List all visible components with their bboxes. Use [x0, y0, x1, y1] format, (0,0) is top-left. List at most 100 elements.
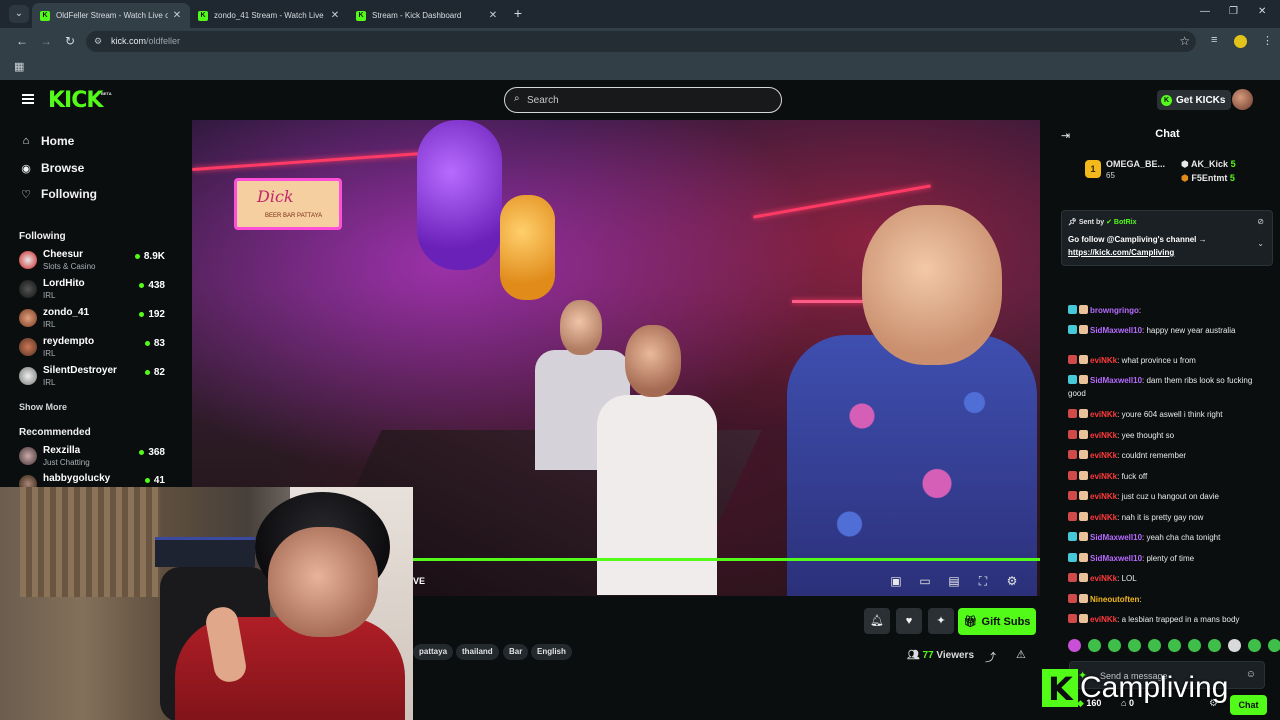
pip-icon[interactable]: ▣: [888, 574, 904, 588]
chat-username[interactable]: eviNKk: [1090, 513, 1117, 522]
search-box[interactable]: ⌕: [504, 87, 782, 113]
nav-home[interactable]: ⌂ Home: [19, 132, 75, 150]
emote-icon[interactable]: [1088, 639, 1101, 652]
leader-name[interactable]: OMEGA_BE...: [1106, 159, 1165, 169]
nav-browse[interactable]: ◉ Browse: [19, 159, 84, 177]
chat-send-button[interactable]: Chat: [1230, 695, 1267, 715]
chat-username[interactable]: SidMaxwell10: [1090, 533, 1142, 542]
following-channel-zondo[interactable]: zondo_41 IRL 192: [19, 306, 167, 332]
chat-text: yeah cha cha tonight: [1146, 533, 1221, 542]
chat-username[interactable]: eviNKk: [1090, 472, 1117, 481]
emote-icon[interactable]: [1208, 639, 1221, 652]
show-more-button[interactable]: Show More: [19, 402, 67, 412]
gift-subs-button[interactable]: 🎁︎ Gift Subs: [958, 608, 1036, 635]
report-warning-icon[interactable]: ⚠: [1016, 648, 1026, 661]
search-input[interactable]: [527, 93, 767, 107]
chat-username[interactable]: eviNKk: [1090, 574, 1117, 583]
kick-logo-icon: [1042, 669, 1078, 708]
user-badge-icon: [1068, 491, 1077, 500]
share-icon[interactable]: ⤴: [985, 649, 996, 665]
emote-icon[interactable]: [1068, 639, 1081, 652]
emote-icon[interactable]: [1108, 639, 1121, 652]
chat-text: fuck off: [1121, 472, 1148, 481]
reload-icon[interactable]: ↻: [62, 34, 78, 48]
site-info-icon[interactable]: ⚙: [94, 36, 102, 47]
bookmark-star-icon[interactable]: ☆: [1179, 34, 1190, 48]
back-icon[interactable]: ←: [14, 34, 30, 48]
unpin-icon[interactable]: ⊘: [1257, 217, 1264, 226]
chat-username[interactable]: eviNKk: [1090, 492, 1117, 501]
apps-grid-icon[interactable]: ▦: [14, 60, 24, 73]
nav-home-label: Home: [41, 134, 75, 148]
media-icon[interactable]: ≡: [1211, 34, 1217, 46]
tab-search-button[interactable]: ⌄: [9, 5, 29, 23]
clip-icon[interactable]: ▤: [946, 574, 962, 588]
menu-icon[interactable]: [22, 94, 34, 104]
new-tab-button[interactable]: +: [510, 5, 526, 21]
leader-name[interactable]: ⬢ AK_Kick 5: [1181, 159, 1236, 170]
settings-gear-icon[interactable]: ⚙: [1004, 574, 1020, 588]
close-window-icon[interactable]: ✕: [1258, 6, 1266, 17]
chevron-down-icon[interactable]: ⌄: [1257, 239, 1264, 248]
tab-zondo[interactable]: K zondo_41 Stream - Watch Live ✕: [190, 3, 348, 28]
chat-username[interactable]: Nineoutoften: [1090, 595, 1139, 604]
chat-username[interactable]: SidMaxwell10: [1090, 376, 1142, 385]
chat-title: Chat: [1155, 128, 1180, 140]
tag-bar[interactable]: Bar: [503, 644, 529, 660]
chat-username[interactable]: SidMaxwell10: [1090, 554, 1142, 563]
notification-bell-button[interactable]: 🔔︎: [864, 608, 890, 634]
kick-logo[interactable]: KICK: [48, 88, 103, 113]
tab-oldfeller[interactable]: K OldFeller Stream - Watch Live o ✕: [32, 3, 190, 28]
chat-username[interactable]: eviNKk: [1090, 615, 1117, 624]
emoji-icon[interactable]: ☺: [1246, 669, 1256, 680]
restore-icon[interactable]: ❐: [1229, 6, 1238, 17]
profile-avatar-icon[interactable]: [1234, 35, 1247, 48]
emote-badge-icon: [1079, 355, 1088, 364]
leader-value: 5: [1229, 173, 1235, 183]
live-dot-icon: [144, 477, 150, 483]
pinned-link[interactable]: https://kick.com/Campliving: [1068, 248, 1174, 257]
tab-close-icon[interactable]: ✕: [330, 10, 340, 21]
following-channel-silentdestroyer[interactable]: SilentDestroyer IRL 82: [19, 364, 167, 390]
get-kicks-button[interactable]: K Get KICKs: [1157, 90, 1232, 110]
browser-menu-icon[interactable]: ⋮: [1262, 34, 1273, 47]
emote-icon[interactable]: [1228, 639, 1241, 652]
emote-icon[interactable]: [1188, 639, 1201, 652]
user-badge-icon: [1068, 532, 1077, 541]
tag-english[interactable]: English: [531, 644, 572, 660]
chat-username[interactable]: SidMaxwell10: [1090, 326, 1142, 335]
theater-mode-icon[interactable]: ▭: [917, 574, 933, 588]
video-progress-bar[interactable]: [413, 558, 1040, 561]
chat-username[interactable]: eviNKk: [1090, 356, 1117, 365]
tag-thailand[interactable]: thailand: [456, 644, 499, 660]
leader-name[interactable]: ⬢ F5Entmt 5: [1181, 173, 1235, 184]
following-channel-reydempto[interactable]: reydempto IRL 83: [19, 335, 167, 361]
emote-icon[interactable]: [1168, 639, 1181, 652]
follow-heart-button[interactable]: ♥: [896, 608, 922, 634]
chat-username[interactable]: eviNKk: [1090, 451, 1117, 460]
tab-close-icon[interactable]: ✕: [172, 10, 182, 21]
sparkle-button[interactable]: ✦: [928, 608, 954, 634]
tag-pattaya[interactable]: pattaya: [413, 644, 454, 660]
following-channel-cheesur[interactable]: Cheesur Slots & Casino 8.9K: [19, 248, 167, 274]
emote-icon[interactable]: [1148, 639, 1161, 652]
chat-username[interactable]: browngringo: [1090, 306, 1139, 315]
minimize-icon[interactable]: —: [1200, 6, 1210, 17]
fullscreen-icon[interactable]: ⛶: [975, 574, 991, 588]
user-avatar[interactable]: [1232, 89, 1253, 110]
following-channel-lordhito[interactable]: LordHito IRL 438: [19, 277, 167, 303]
pinned-message[interactable]: 📌︎ Sent by ✔ BotRix ⊘ Go follow @Campliv…: [1061, 210, 1273, 266]
recommended-channel-rexzilla[interactable]: Rexzilla Just Chatting 368: [19, 444, 167, 470]
nav-following[interactable]: ♡ Following: [19, 185, 97, 203]
chat-username[interactable]: eviNKk: [1090, 431, 1117, 440]
address-bar[interactable]: ⚙ kick.com/oldfeller ☆: [86, 31, 1196, 52]
emote-icon[interactable]: [1268, 639, 1280, 652]
emote-icon[interactable]: [1248, 639, 1261, 652]
tab-kick-dashboard[interactable]: K Stream - Kick Dashboard ✕: [348, 3, 506, 28]
tab-close-icon[interactable]: ✕: [488, 10, 498, 21]
chat-message: SidMaxwell10: yeah cha cha tonight: [1068, 531, 1268, 544]
viewer-count-value: 82: [153, 367, 165, 378]
forward-icon[interactable]: →: [38, 34, 54, 48]
chat-username[interactable]: eviNKk: [1090, 410, 1117, 419]
emote-icon[interactable]: [1128, 639, 1141, 652]
